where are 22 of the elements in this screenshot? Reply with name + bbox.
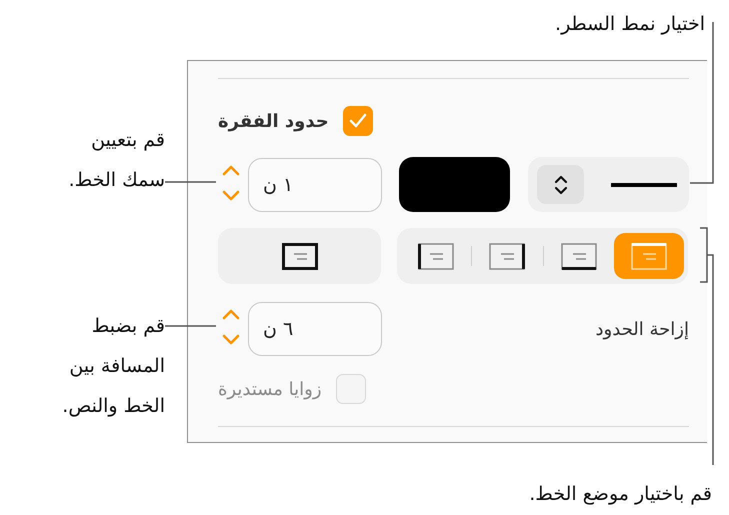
offset-label: إزاحة الحدود — [596, 318, 689, 340]
offset-field[interactable]: ٦ ن — [248, 302, 382, 356]
checkbox[interactable] — [342, 106, 373, 136]
border-position-icon — [560, 242, 597, 270]
checkbox-label: حدود الفقرة — [218, 110, 329, 132]
border-position-icon — [630, 242, 667, 270]
up-down-chevron-icon — [554, 174, 568, 196]
border-position-icon — [282, 242, 318, 270]
callout-text: اختيار نمط السطر. — [555, 12, 705, 37]
callout-text: قم بتعيين سمك الخط. — [68, 128, 165, 193]
checkbox-label: زوايا مستديرة — [218, 378, 322, 400]
line-style-popup[interactable] — [528, 157, 689, 212]
leader-line — [165, 325, 216, 327]
callout-text: قم باختيار موضع الخط. — [529, 482, 712, 507]
border-position-icon — [489, 242, 526, 270]
leader-line — [165, 181, 216, 183]
width-field[interactable]: ١ ن — [248, 158, 382, 212]
border-position-icon — [418, 242, 454, 270]
checkmark-icon — [348, 113, 367, 129]
border-preset-button[interactable] — [218, 228, 381, 284]
color-well[interactable] — [399, 157, 510, 212]
callout-text: قم بضبط المسافة بين الخط والنص. — [62, 314, 165, 419]
